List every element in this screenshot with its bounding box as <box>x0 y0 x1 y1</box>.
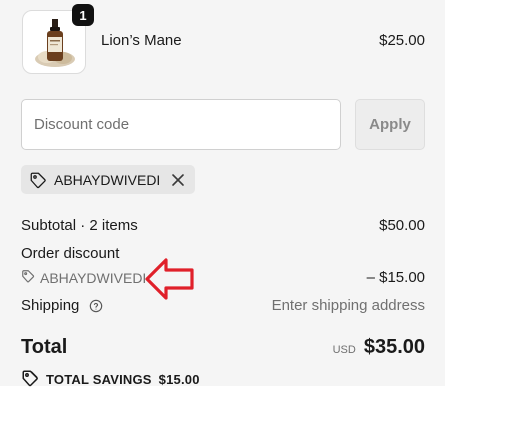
subtotal-row: Subtotal · 2 items $50.00 <box>21 217 425 234</box>
order-discount-row: Order discount <box>21 245 425 262</box>
total-row: Total USD $35.00 <box>21 336 425 359</box>
order-summary-panel: 1 Lion’s Mane $25.00 Apply ABHAYDWIVEDI … <box>0 0 445 387</box>
quantity-badge: 1 <box>72 4 94 26</box>
order-discount-code-wrap: ABHAYDWIVEDI <box>21 269 146 286</box>
apply-discount-button[interactable]: Apply <box>355 99 425 150</box>
total-amount: $35.00 <box>363 336 425 358</box>
product-thumbnail-wrap: 1 <box>22 4 94 74</box>
shipping-row: Shipping Enter shipping address <box>21 297 425 314</box>
total-label: Total <box>21 336 68 358</box>
annotation-arrow-icon <box>144 256 196 307</box>
applied-discount-code: ABHAYDWIVEDI <box>54 171 161 188</box>
total-amount-wrap: USD $35.00 <box>333 336 425 359</box>
order-discount-value: – $15.00 <box>366 269 425 286</box>
savings-label: TOTAL SAVINGS <box>46 372 152 387</box>
applied-discount-chip: ABHAYDWIVEDI <box>21 165 196 194</box>
discount-code-input[interactable] <box>21 99 341 150</box>
total-savings: TOTAL SAVINGS $15.00 <box>21 369 200 390</box>
savings-value: $15.00 <box>158 372 200 387</box>
product-name: Lion’s Mane <box>101 32 182 49</box>
subtotal-value: $50.00 <box>379 217 425 234</box>
tag-icon <box>29 171 47 189</box>
order-discount-label: Order discount <box>21 245 120 262</box>
remove-discount-close-icon[interactable] <box>171 173 185 187</box>
order-discount-code: ABHAYDWIVEDI <box>40 269 147 286</box>
order-discount-detail-row: ABHAYDWIVEDI – $15.00 <box>21 269 425 286</box>
savings-tag-icon <box>21 369 39 390</box>
small-tag-icon <box>21 269 35 286</box>
shipping-value: Enter shipping address <box>271 297 425 314</box>
shipping-label: Shipping <box>21 297 80 314</box>
help-icon[interactable] <box>89 299 103 313</box>
currency-code: USD <box>332 344 356 356</box>
subtotal-label: Subtotal · 2 items <box>21 217 138 234</box>
shipping-label-wrap: Shipping <box>21 297 103 314</box>
product-price: $25.00 <box>379 32 425 49</box>
